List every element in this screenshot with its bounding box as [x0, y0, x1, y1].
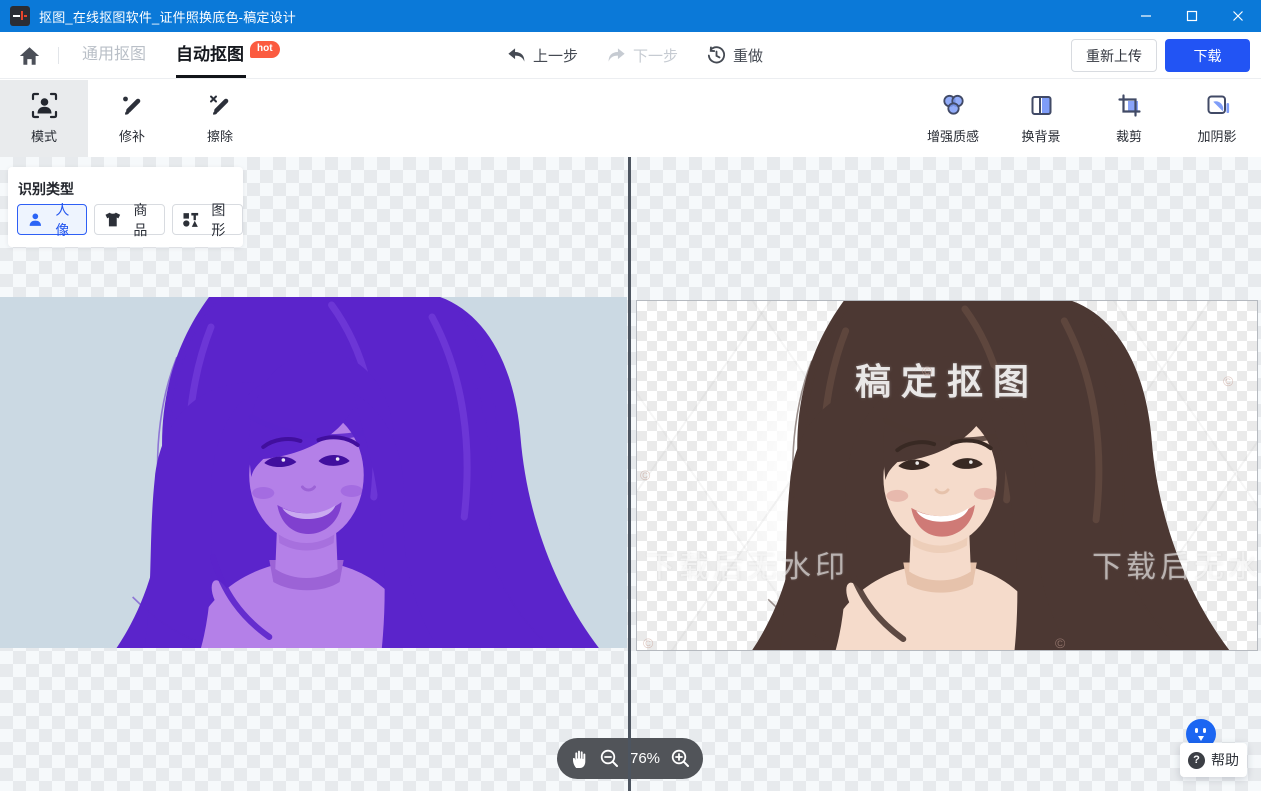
redo-label: 下一步	[633, 45, 678, 66]
undo-icon	[506, 45, 527, 65]
app-icon	[10, 6, 30, 26]
zoom-level: 76%	[630, 750, 660, 767]
tool-add-shadow-label: 加阴影	[1197, 126, 1236, 145]
tab-general-cutout[interactable]: 通用抠图	[82, 32, 146, 78]
tool-enhance[interactable]: 增强质感	[909, 80, 997, 157]
shapes-icon	[183, 212, 199, 227]
tool-repair[interactable]: 修补	[88, 80, 176, 157]
app-window: 抠图_在线抠图软件_证件照换底色-稿定设计 通用抠图 自动抠图 hot	[0, 0, 1261, 791]
person-in-frame-icon	[31, 92, 58, 119]
help-label: 帮助	[1211, 750, 1239, 770]
type-product-button[interactable]: 商品	[94, 204, 165, 235]
tool-repair-label: 修补	[119, 126, 145, 145]
titlebar: 抠图_在线抠图软件_证件照换底色-稿定设计	[0, 0, 1261, 32]
redo-all-button[interactable]: 重做	[706, 45, 763, 66]
undo-button[interactable]: 上一步	[506, 45, 578, 66]
navbar: 通用抠图 自动抠图 hot 上一步 下一步	[0, 32, 1261, 79]
watermark-sub-2: 下载后无水印	[1092, 542, 1258, 586]
tab-auto-cutout[interactable]: 自动抠图 hot	[176, 32, 244, 78]
window-controls	[1123, 0, 1261, 32]
brush-dot-icon	[119, 92, 146, 119]
active-tab-underline	[176, 75, 246, 78]
watermark-sub: 下载后无水印	[645, 542, 849, 586]
tool-enhance-label: 增强质感	[927, 126, 979, 145]
copyright-mark: ©	[643, 635, 653, 651]
three-circles-icon	[940, 92, 967, 119]
copyright-mark: ©	[922, 363, 932, 379]
toolbar-left-group: 模式 修补 擦除	[0, 80, 264, 157]
home-icon	[19, 46, 40, 66]
maximize-button[interactable]	[1169, 0, 1215, 32]
split-rectangle-icon	[1028, 92, 1055, 119]
close-icon	[1232, 10, 1244, 22]
close-button[interactable]	[1215, 0, 1261, 32]
copyright-mark: ©	[1223, 373, 1233, 389]
zoom-out-button[interactable]	[599, 748, 620, 769]
brush-x-icon	[207, 92, 234, 119]
recognition-type-panel: 识别类型 人像 商品	[8, 167, 243, 247]
redo-icon	[606, 45, 627, 65]
tool-erase-label: 擦除	[207, 126, 233, 145]
recognition-type-options: 人像 商品 图形	[17, 204, 243, 235]
minimize-icon	[1140, 10, 1152, 22]
help-button[interactable]: ? 帮助	[1180, 743, 1247, 777]
type-portrait-button[interactable]: 人像	[17, 204, 87, 235]
magnifier-plus-icon	[670, 748, 691, 769]
window-title: 抠图_在线抠图软件_证件照换底色-稿定设计	[39, 7, 296, 26]
tool-crop[interactable]: 裁剪	[1085, 80, 1173, 157]
redo-all-label: 重做	[733, 45, 763, 66]
undo-label: 上一步	[533, 45, 578, 66]
recognition-type-title: 识别类型	[18, 179, 74, 199]
toolbar: 模式 修补 擦除	[0, 80, 1261, 157]
hand-icon	[569, 748, 589, 769]
minimize-button[interactable]	[1123, 0, 1169, 32]
tool-crop-label: 裁剪	[1116, 126, 1142, 145]
square-shadow-icon	[1204, 92, 1231, 119]
reupload-button[interactable]: 重新上传	[1071, 39, 1157, 72]
download-button[interactable]: 下载	[1165, 39, 1250, 72]
type-graphic-label: 图形	[205, 200, 232, 240]
cutout-result-image[interactable]: 稿定抠图 下载后无水印 下载后无水印 © © © © ©	[636, 300, 1258, 651]
type-product-label: 商品	[127, 200, 154, 240]
person-icon	[28, 212, 43, 227]
toolbar-right-group: 增强质感 换背景 裁剪	[909, 80, 1261, 157]
pan-tool-button[interactable]	[569, 748, 589, 769]
tool-mode-label: 模式	[31, 126, 57, 145]
t-shirt-icon	[105, 212, 121, 227]
tool-mode[interactable]: 模式	[0, 80, 88, 157]
tool-erase[interactable]: 擦除	[176, 80, 264, 157]
crop-icon	[1116, 92, 1143, 119]
hot-badge: hot	[250, 41, 280, 58]
history-clock-icon	[706, 45, 727, 66]
tool-change-background[interactable]: 换背景	[997, 80, 1085, 157]
tool-add-shadow[interactable]: 加阴影	[1173, 80, 1261, 157]
history-controls: 上一步 下一步 重做	[506, 32, 763, 78]
home-button[interactable]	[18, 45, 40, 67]
original-image-masked[interactable]	[0, 297, 627, 648]
nav-divider	[58, 47, 59, 64]
zoom-in-button[interactable]	[670, 748, 691, 769]
type-portrait-label: 人像	[49, 200, 76, 240]
type-graphic-button[interactable]: 图形	[172, 204, 243, 235]
compare-divider[interactable]	[628, 157, 631, 791]
maximize-icon	[1186, 10, 1198, 22]
tab-auto-label: 自动抠图	[176, 45, 244, 64]
canvas-area[interactable]: 稿定抠图 下载后无水印 下载后无水印 © © © © © 识别类型 人像	[0, 157, 1261, 791]
masked-portrait-image	[0, 297, 627, 648]
tool-change-background-label: 换背景	[1021, 126, 1060, 145]
magnifier-minus-icon	[599, 748, 620, 769]
copyright-mark: ©	[1055, 635, 1065, 651]
watermark-main: 稿定抠图	[855, 353, 1039, 405]
redo-button[interactable]: 下一步	[606, 45, 678, 66]
question-icon: ?	[1188, 752, 1205, 769]
copyright-mark: ©	[640, 467, 650, 483]
